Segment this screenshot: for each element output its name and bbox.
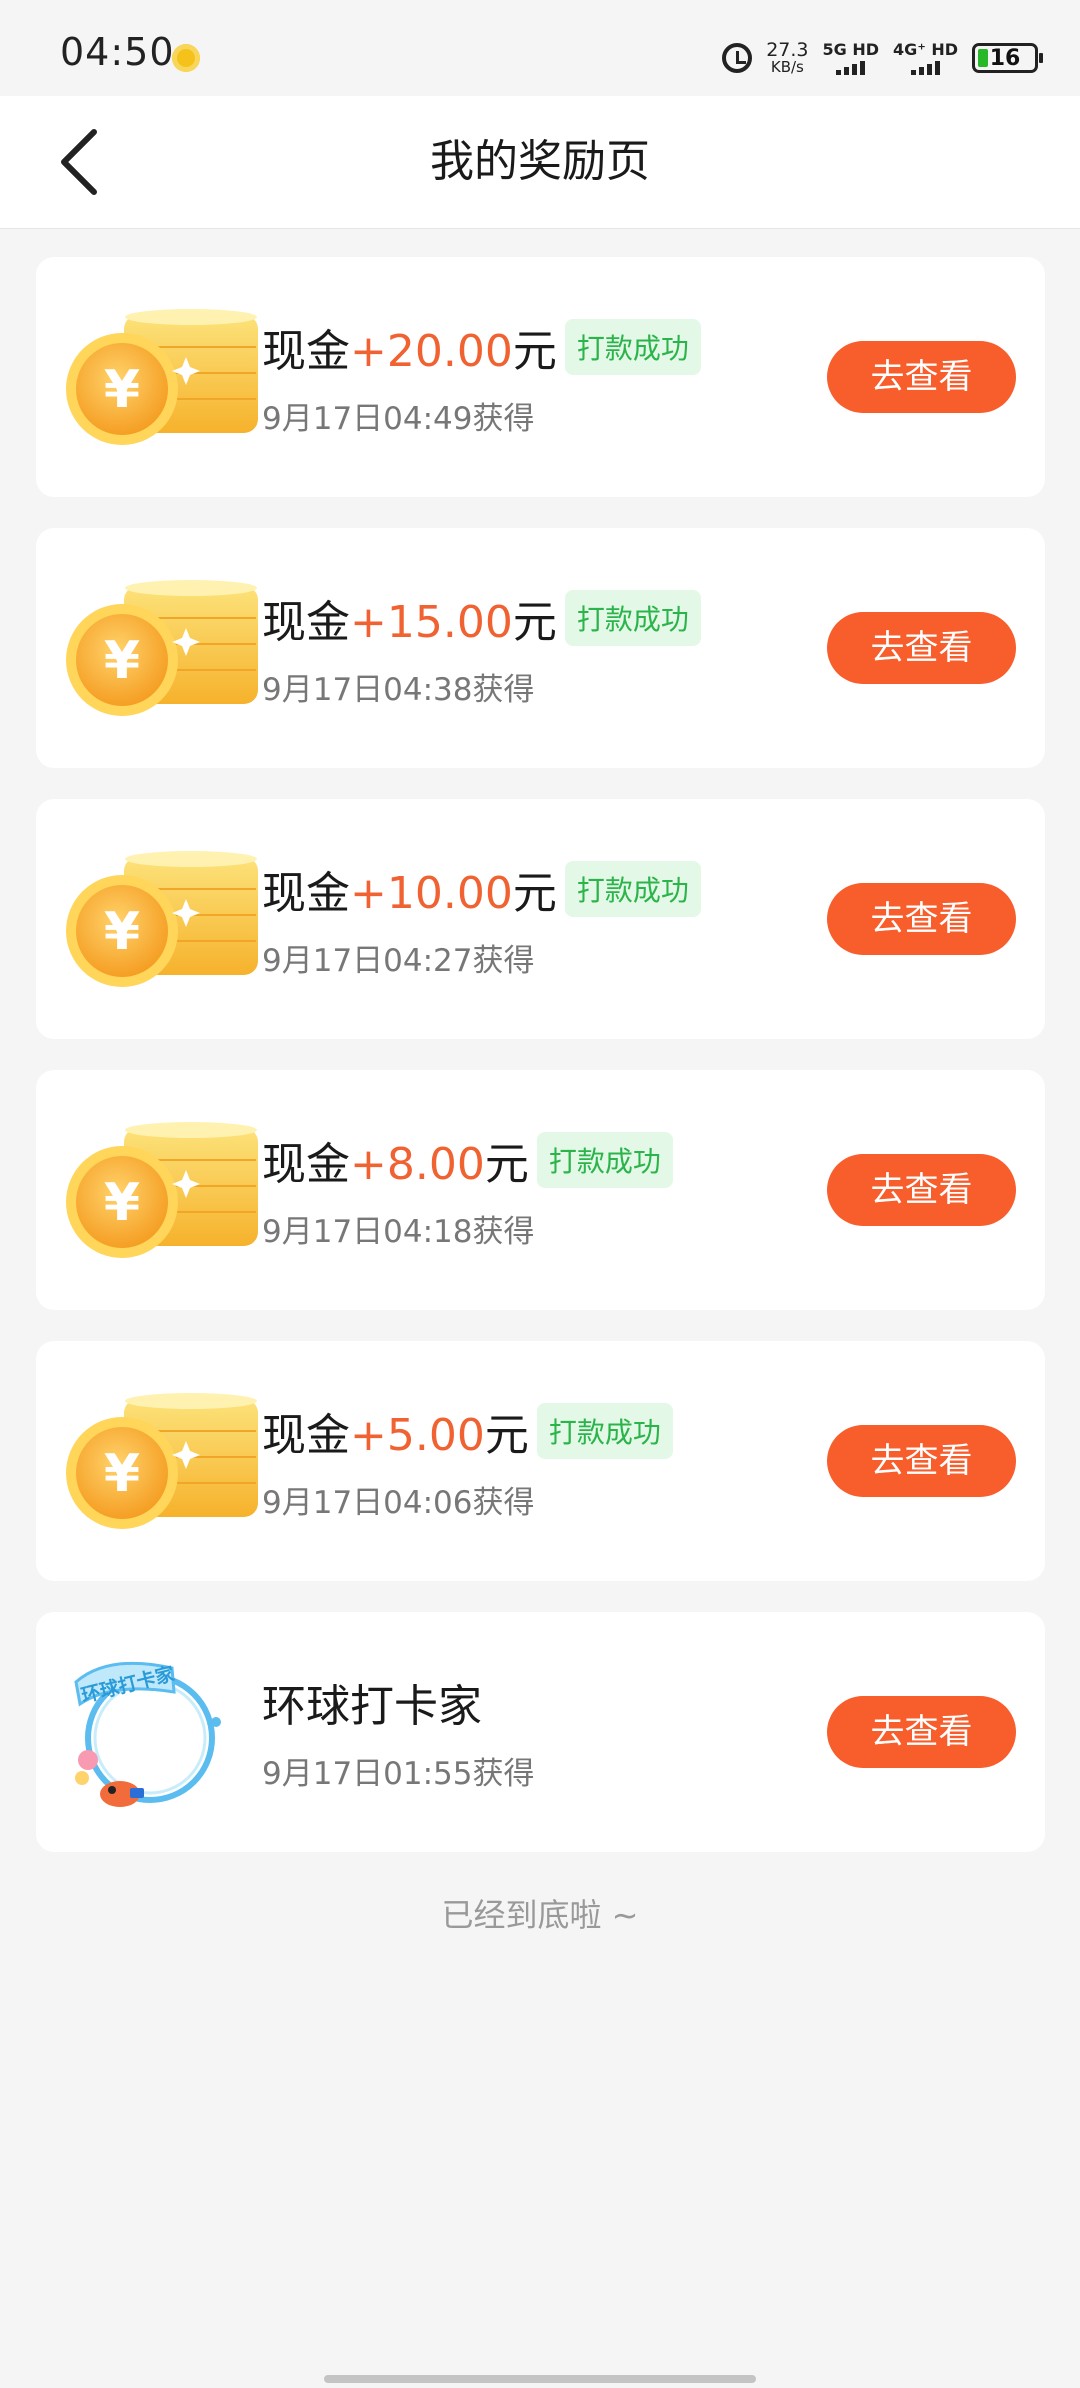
reward-list: ¥ 现金+20.00元 打款成功 9月17日04:49获得 去查看 ¥ 现金+1… bbox=[36, 257, 1045, 1883]
reward-title: 环球打卡家 bbox=[262, 1681, 482, 1732]
gold-coin-stack-icon: ¥ bbox=[62, 1391, 272, 1541]
avatar-frame-badge-icon: 环球打卡家 bbox=[68, 1652, 228, 1812]
reward-title-row: 现金+10.00元 打款成功 bbox=[262, 857, 701, 921]
gold-coin-stack-icon: ¥ bbox=[62, 578, 272, 728]
battery-icon: 16 bbox=[972, 43, 1043, 73]
reward-title: 现金+10.00元 bbox=[262, 857, 557, 921]
reward-amount: +8.00 bbox=[350, 1139, 485, 1190]
reward-unit: 元 bbox=[512, 326, 557, 377]
reward-info: 现金+5.00元 打款成功 9月17日04:06获得 bbox=[262, 1399, 673, 1522]
reward-title: 现金+5.00元 bbox=[262, 1399, 529, 1463]
reward-time: 9月17日01:55获得 bbox=[262, 1756, 535, 1792]
reward-prefix: 现金 bbox=[262, 1410, 350, 1461]
end-of-list-tip: 已经到底啦 ~ bbox=[441, 1896, 639, 1934]
payment-status-badge: 打款成功 bbox=[536, 1403, 673, 1459]
reward-title: 现金+20.00元 bbox=[262, 315, 557, 379]
svg-text:¥: ¥ bbox=[104, 1173, 140, 1233]
payment-status-badge: 打款成功 bbox=[564, 319, 701, 375]
reward-time: 9月17日04:06获得 bbox=[262, 1485, 535, 1521]
status-bar: 04:50 27.3 KB/s 5G HD 4G⁺ HD 16 bbox=[0, 0, 1080, 96]
reward-card: ¥ 现金+10.00元 打款成功 9月17日04:27获得 去查看 bbox=[36, 799, 1045, 1039]
reward-amount: +15.00 bbox=[350, 597, 513, 648]
reward-prefix: 现金 bbox=[262, 597, 350, 648]
reward-time: 9月17日04:38获得 bbox=[262, 672, 535, 708]
alarm-icon bbox=[722, 43, 753, 73]
reward-title-row: 现金+5.00元 打款成功 bbox=[262, 1399, 673, 1463]
status-indicators: 27.3 KB/s 5G HD 4G⁺ HD 16 bbox=[722, 36, 1043, 80]
svg-text:¥: ¥ bbox=[104, 360, 140, 420]
reward-info: 现金+8.00元 打款成功 9月17日04:18获得 bbox=[262, 1128, 673, 1251]
network-speed-unit: KB/s bbox=[770, 58, 804, 76]
chevron-left-icon bbox=[61, 129, 97, 195]
reward-title-row: 环球打卡家 bbox=[262, 1670, 535, 1734]
reward-info: 环球打卡家 9月17日01:55获得 bbox=[262, 1670, 535, 1793]
network-speed: 27.3 KB/s bbox=[766, 41, 808, 75]
view-button[interactable]: 去查看 bbox=[827, 1425, 1016, 1497]
back-button[interactable] bbox=[50, 124, 120, 200]
view-button[interactable]: 去查看 bbox=[827, 1696, 1016, 1768]
reward-card: ¥ 现金+20.00元 打款成功 9月17日04:49获得 去查看 bbox=[36, 257, 1045, 497]
svg-text:¥: ¥ bbox=[104, 631, 140, 691]
reward-card: ¥ 现金+5.00元 打款成功 9月17日04:06获得 去查看 bbox=[36, 1341, 1045, 1581]
reward-unit: 元 bbox=[484, 1139, 529, 1190]
signal-4g: 4G⁺ HD bbox=[893, 39, 958, 75]
home-indicator[interactable] bbox=[324, 2375, 756, 2383]
signal-5g: 5G HD bbox=[822, 39, 880, 75]
payment-status-badge: 打款成功 bbox=[564, 861, 701, 917]
view-button[interactable]: 去查看 bbox=[827, 883, 1016, 955]
reward-info: 现金+15.00元 打款成功 9月17日04:38获得 bbox=[262, 586, 701, 709]
coin-notification-icon bbox=[172, 44, 200, 72]
reward-title: 现金+15.00元 bbox=[262, 586, 557, 650]
reward-title-row: 现金+15.00元 打款成功 bbox=[262, 586, 701, 650]
reward-title-row: 现金+8.00元 打款成功 bbox=[262, 1128, 673, 1192]
reward-amount: +10.00 bbox=[350, 868, 513, 919]
signal-bars-icon bbox=[911, 60, 941, 75]
reward-info: 现金+20.00元 打款成功 9月17日04:49获得 bbox=[262, 315, 701, 438]
reward-amount: +5.00 bbox=[350, 1410, 485, 1461]
reward-title-row: 现金+20.00元 打款成功 bbox=[262, 315, 701, 379]
reward-amount: +20.00 bbox=[350, 326, 513, 377]
view-button[interactable]: 去查看 bbox=[827, 341, 1016, 413]
signal-bars-icon bbox=[836, 60, 866, 75]
battery-level: 16 bbox=[989, 45, 1021, 71]
reward-title: 现金+8.00元 bbox=[262, 1128, 529, 1192]
reward-prefix: 现金 bbox=[262, 868, 350, 919]
reward-card: ¥ 现金+8.00元 打款成功 9月17日04:18获得 去查看 bbox=[36, 1070, 1045, 1310]
signal-5g-label: 5G HD bbox=[822, 39, 880, 59]
gold-coin-stack-icon: ¥ bbox=[62, 849, 272, 999]
reward-prefix: 现金 bbox=[262, 326, 350, 377]
reward-prefix: 现金 bbox=[262, 1139, 350, 1190]
payment-status-badge: 打款成功 bbox=[536, 1132, 673, 1188]
reward-unit: 元 bbox=[484, 1410, 529, 1461]
view-button[interactable]: 去查看 bbox=[827, 1154, 1016, 1226]
reward-time: 9月17日04:18获得 bbox=[262, 1214, 535, 1250]
reward-unit: 元 bbox=[512, 868, 557, 919]
reward-unit: 元 bbox=[512, 597, 557, 648]
status-time: 04:50 bbox=[60, 30, 175, 74]
battery-level-fill bbox=[978, 49, 988, 67]
reward-time: 9月17日04:49获得 bbox=[262, 401, 535, 437]
signal-4g-label: 4G⁺ HD bbox=[893, 39, 958, 59]
gold-coin-stack-icon: ¥ bbox=[62, 1120, 272, 1270]
view-button[interactable]: 去查看 bbox=[827, 612, 1016, 684]
reward-card: 环球打卡家 环球打卡家 9月17日01:55获得 去查看 bbox=[36, 1612, 1045, 1852]
reward-card: ¥ 现金+15.00元 打款成功 9月17日04:38获得 去查看 bbox=[36, 528, 1045, 768]
reward-info: 现金+10.00元 打款成功 9月17日04:27获得 bbox=[262, 857, 701, 980]
reward-time: 9月17日04:27获得 bbox=[262, 943, 535, 979]
svg-text:¥: ¥ bbox=[104, 1444, 140, 1504]
svg-text:¥: ¥ bbox=[104, 902, 140, 962]
payment-status-badge: 打款成功 bbox=[564, 590, 701, 646]
gold-coin-stack-icon: ¥ bbox=[62, 307, 272, 457]
page-title: 我的奖励页 bbox=[430, 136, 650, 187]
header-bar: 我的奖励页 bbox=[0, 96, 1080, 229]
